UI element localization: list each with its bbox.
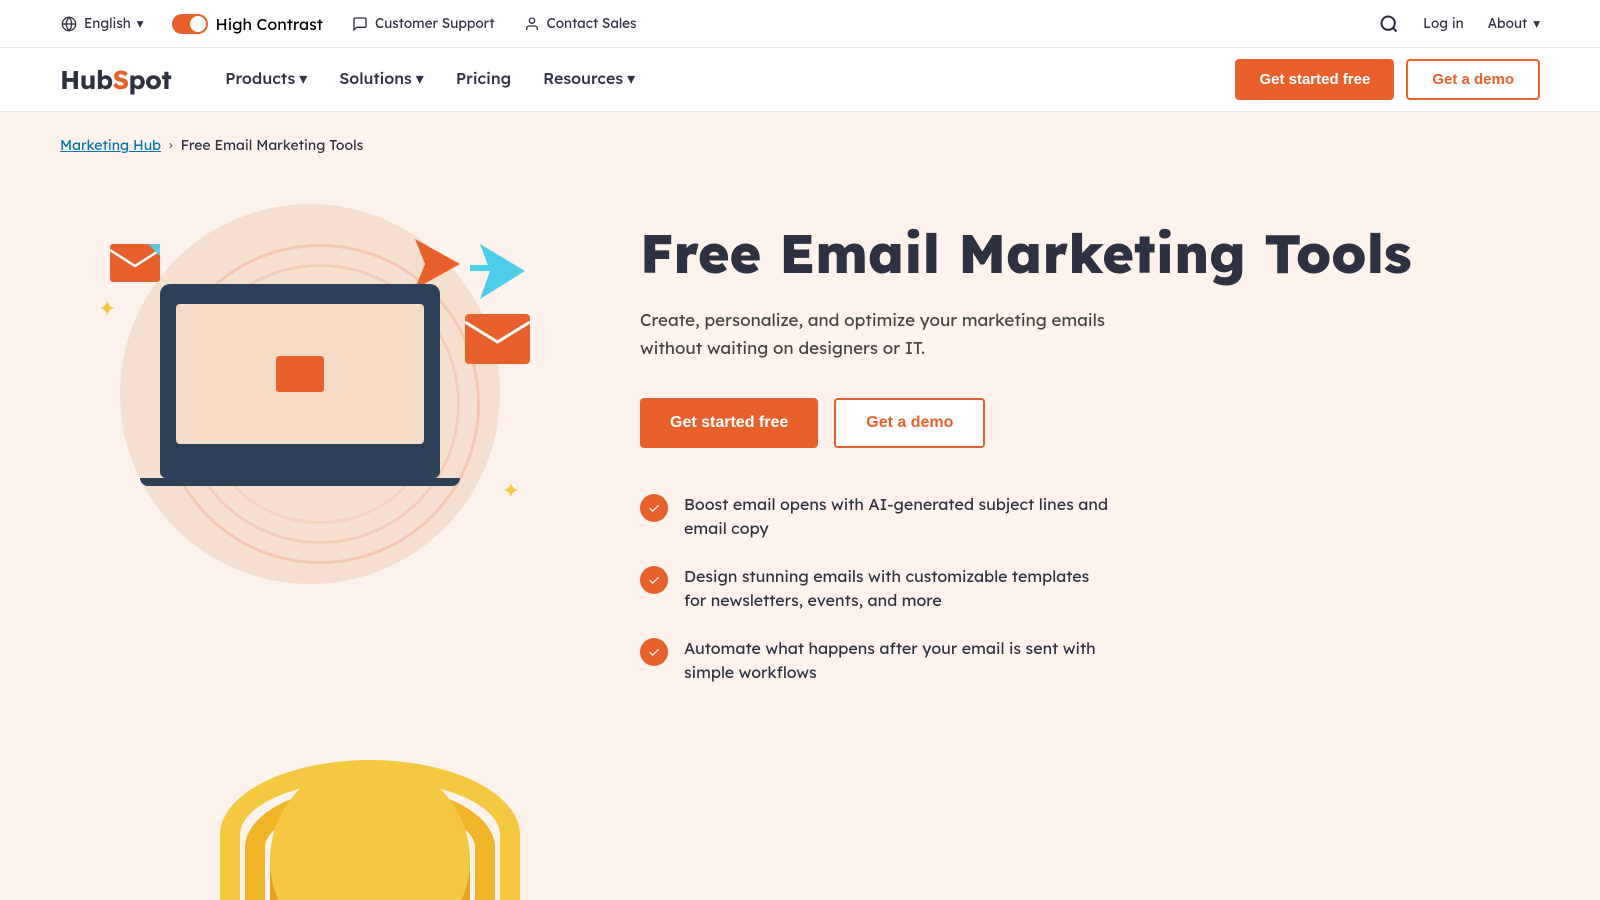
laptop-illustration [160,284,440,478]
chevron-down-solutions: ▾ [416,68,424,88]
globe-icon [60,15,78,33]
toggle-switch[interactable] [172,14,208,34]
feature-text-2: Design stunning emails with customizable… [684,564,1114,612]
get-started-free-nav-button[interactable]: Get started free [1235,59,1394,100]
nav-resources-label: Resources [543,68,623,88]
main-navigation: HubSpot Products ▾ Solutions ▾ Pricing R… [0,48,1600,112]
feature-text-3: Automate what happens after your email i… [684,636,1114,684]
hero-title: Free Email Marketing Tools [640,224,1540,283]
nav-pricing-label: Pricing [456,68,511,88]
hero-buttons: Get started free Get a demo [640,398,1540,448]
hero-description: Create, personalize, and optimize your m… [640,307,1120,361]
utility-bar-left: English ▾ High Contrast Customer Support [60,14,637,34]
sparkle-icon-2: ✦ [502,476,520,504]
breadcrumb: Marketing Hub › Free Email Marketing Too… [0,112,1600,154]
envelope-decoration-1 [110,244,160,282]
envelope-decoration-2 [465,314,530,364]
chevron-down-icon-about: ▾ [1533,15,1540,32]
feature-item-3: ✓ Automate what happens after your email… [640,636,1540,684]
login-link[interactable]: Log in [1423,15,1463,32]
hero-content: Free Email Marketing Tools Create, perso… [640,184,1540,684]
customer-support-label: Customer Support [375,15,495,32]
nav-pricing[interactable]: Pricing [442,48,525,112]
hero-section: ✦ ✦ [0,154,1600,684]
utility-bar: English ▾ High Contrast Customer Support [0,0,1600,48]
nav-solutions-label: Solutions [339,68,412,88]
customer-support-link[interactable]: Customer Support [351,15,495,33]
chevron-down-resources: ▾ [627,68,635,88]
breadcrumb-parent-link[interactable]: Marketing Hub [60,136,161,154]
utility-bar-right: Log in About ▾ [1379,14,1540,34]
about-label: About [1488,15,1528,32]
laptop-screen-display [176,304,424,444]
nav-solutions[interactable]: Solutions ▾ [325,48,438,112]
feature-check-2: ✓ [640,566,668,594]
nav-products-label: Products [225,68,295,88]
get-demo-nav-button[interactable]: Get a demo [1406,59,1540,100]
feature-check-3: ✓ [640,638,668,666]
contact-sales-label: Contact Sales [547,15,637,32]
feature-check-1: ✓ [640,494,668,522]
nav-items: Products ▾ Solutions ▾ Pricing Resources… [211,48,1235,112]
teal-arrow-decoration [470,244,525,303]
logo-text: HubSpot [60,63,171,96]
rainbow-illustration [220,680,520,900]
hero-get-started-button[interactable]: Get started free [640,398,818,448]
content-area: Marketing Hub › Free Email Marketing Too… [0,112,1600,900]
language-selector[interactable]: English ▾ [60,15,144,33]
hero-illustration: ✦ ✦ [60,184,580,684]
feature-text-1: Boost email opens with AI-generated subj… [684,492,1114,540]
feature-item-1: ✓ Boost email opens with AI-generated su… [640,492,1540,540]
about-menu[interactable]: About ▾ [1488,15,1540,32]
search-button[interactable] [1379,14,1399,34]
feature-list: ✓ Boost email opens with AI-generated su… [640,492,1540,684]
laptop-screen-body [160,284,440,464]
contact-sales-link[interactable]: Contact Sales [523,15,637,33]
chevron-down-icon: ▾ [137,15,144,32]
hero-get-demo-button[interactable]: Get a demo [834,398,985,448]
feature-item-2: ✓ Design stunning emails with customizab… [640,564,1540,612]
hubspot-logo[interactable]: HubSpot [60,63,171,96]
breadcrumb-current: Free Email Marketing Tools [181,136,364,154]
nav-resources[interactable]: Resources ▾ [529,48,649,112]
laptop-base [160,464,440,478]
person-icon [523,15,541,33]
laptop-email-icon [276,356,324,392]
chat-icon [351,15,369,33]
breadcrumb-separator: › [169,137,173,153]
high-contrast-label: High Contrast [216,14,323,34]
toggle-knob [190,16,206,32]
login-label: Log in [1423,15,1463,32]
language-label: English [84,15,131,32]
chevron-down-products: ▾ [299,68,307,88]
high-contrast-toggle[interactable]: High Contrast [172,14,323,34]
sparkle-icon-1: ✦ [98,294,116,322]
nav-actions: Get started free Get a demo [1235,59,1540,100]
nav-products[interactable]: Products ▾ [211,48,321,112]
